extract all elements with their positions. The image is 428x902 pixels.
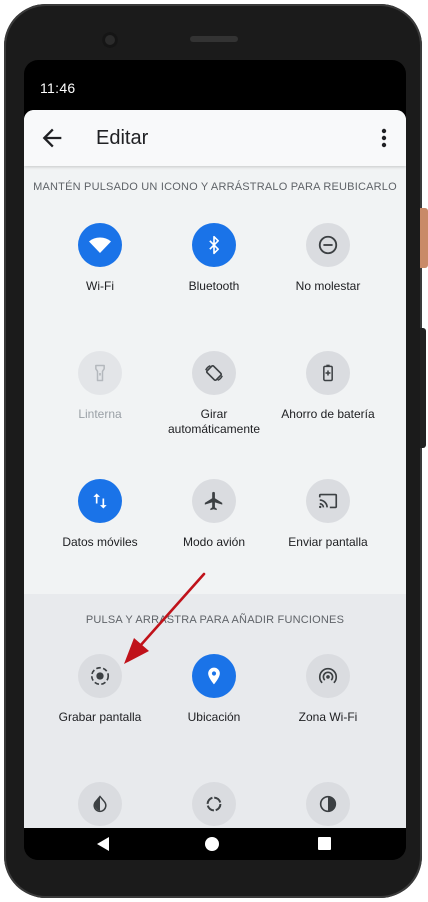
tile-label: No molestar [295,279,361,293]
tile-label: Datos móviles [62,535,138,549]
active-section-hint: MANTÉN PULSADO UN ICONO Y ARRÁSTRALO PAR… [33,181,397,193]
bluetooth-icon [209,235,219,255]
airplane-icon [204,491,223,511]
tile-location-circle [192,654,236,698]
arrow-back-icon [42,128,62,148]
toolbar: Editar [24,110,406,166]
status-time: 11:46 [40,80,76,96]
auto-rotate-icon [205,364,223,382]
flashlight-icon [95,364,105,382]
back-button[interactable] [38,124,66,152]
battery-saver-icon [323,364,333,382]
contrast-icon [319,795,337,813]
available-section-hint: PULSA Y ARRASTRA PARA AÑADIR FUNCIONES [85,614,345,626]
tile-label: Wi-Fi [86,279,114,293]
tile-airplane-circle [192,479,236,523]
tile-label: Modo avión [182,535,246,549]
wifi-icon [89,237,111,253]
do-not-disturb-icon [318,235,338,255]
tile-contrast-circle [306,782,350,826]
earpiece-speaker [190,36,238,42]
tile-battery-circle [306,351,350,395]
tile-label: Girar automáticamente [167,407,261,436]
sync-icon [206,796,222,812]
screen-record-icon [90,666,110,686]
nav-recents-icon[interactable] [318,837,331,850]
tile-mobile-data-circle [78,479,122,523]
tile-bluetooth-circle [192,223,236,267]
nav-home-icon[interactable] [205,837,219,851]
cast-icon [318,493,338,509]
tile-sync-circle [192,782,236,826]
tile-label: Zona Wi-Fi [298,710,358,724]
quick-settings-editor: Editar MANTÉN PULSADO UN ICONO Y ARRÁSTR… [24,110,406,828]
tile-label: Enviar pantalla [288,535,368,549]
tile-invert-circle [78,782,122,826]
tile-dnd-circle [306,223,350,267]
tile-cast-circle [306,479,350,523]
tile-label: Linterna [78,407,122,421]
location-icon [208,667,220,685]
page-title: Editar [96,127,149,149]
tile-label: Bluetooth [188,279,240,293]
nav-back-icon[interactable] [96,836,110,852]
tile-wifi-circle [78,223,122,267]
status-bar: 11:46 [24,60,406,110]
tile-flashlight-circle [78,351,122,395]
tile-rotate-circle [192,351,236,395]
more-options-button[interactable] [374,124,394,152]
volume-button [420,328,426,448]
screen: 11:46 Editar MANTÉN PULSADO UN ICONO Y A… [24,60,406,860]
tile-screen-record-circle [78,654,122,698]
invert-colors-icon [93,795,107,813]
tile-label: Ahorro de batería [281,407,375,421]
tile-label: Ubicación [187,710,241,724]
more-vert-icon [381,128,387,148]
power-button [420,208,428,268]
navigation-bar [24,828,406,860]
hotspot-icon [318,667,338,684]
front-camera [102,32,118,48]
mobile-data-icon [93,493,107,509]
tile-hotspot-circle [306,654,350,698]
tile-label: Grabar pantalla [58,710,142,724]
